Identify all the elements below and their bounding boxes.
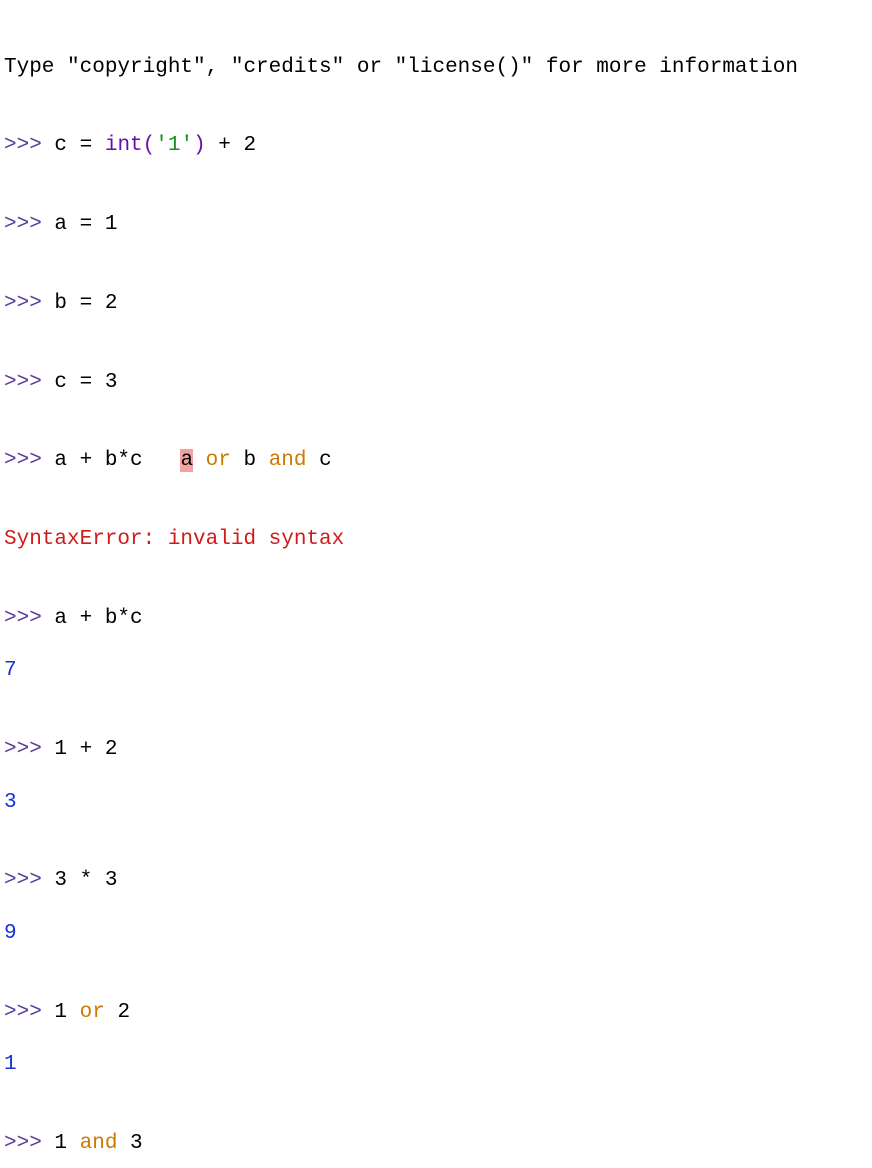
code-text: 1: [54, 1132, 79, 1155]
python-repl[interactable]: Type "copyright", "credits" or "license(…: [0, 0, 872, 1168]
code-text: a = 1: [54, 213, 117, 236]
code-text: 3 * 3: [54, 869, 117, 892]
code-text: b = 2: [54, 292, 117, 315]
paren: ): [193, 134, 206, 157]
code-text: a + b*c: [54, 449, 180, 472]
prompt: >>>: [4, 869, 54, 892]
prompt: >>>: [4, 1001, 54, 1024]
prompt: >>>: [4, 371, 54, 394]
repl-line-5: >>> a + b*c a or b and c: [4, 448, 868, 474]
code-text: c =: [54, 134, 104, 157]
prompt: >>>: [4, 1132, 54, 1155]
repl-line-8: >>> 3 * 3: [4, 868, 868, 894]
keyword-and: and: [80, 1132, 118, 1155]
prompt: >>>: [4, 738, 54, 761]
repl-line-1: >>> c = int('1') + 2: [4, 133, 868, 159]
repl-line-3: >>> b = 2: [4, 291, 868, 317]
keyword-or: or: [80, 1001, 105, 1024]
repl-line-6: >>> a + b*c: [4, 606, 868, 632]
code-text: 1: [54, 1001, 79, 1024]
code-text: 3: [117, 1132, 142, 1155]
prompt: >>>: [4, 449, 54, 472]
repl-output: 7: [4, 658, 868, 684]
banner-line: Type "copyright", "credits" or "license(…: [4, 55, 868, 81]
code-text: 2: [105, 1001, 130, 1024]
prompt: >>>: [4, 292, 54, 315]
repl-line-7: >>> 1 + 2: [4, 737, 868, 763]
code-text: [193, 449, 206, 472]
syntax-error-line: SyntaxError: invalid syntax: [4, 527, 868, 553]
paren: (: [143, 134, 156, 157]
code-text: c = 3: [54, 371, 117, 394]
code-text: + 2: [206, 134, 256, 157]
code-text: c: [307, 449, 332, 472]
prompt: >>>: [4, 607, 54, 630]
repl-line-2: >>> a = 1: [4, 212, 868, 238]
repl-line-4: >>> c = 3: [4, 370, 868, 396]
repl-output: 3: [4, 790, 868, 816]
keyword-or: or: [206, 449, 231, 472]
builtin-func: int: [105, 134, 143, 157]
repl-line-10: >>> 1 and 3: [4, 1131, 868, 1157]
error-highlight: a: [180, 449, 193, 472]
string-literal: '1': [155, 134, 193, 157]
repl-output: 1: [4, 1052, 868, 1078]
prompt: >>>: [4, 134, 54, 157]
repl-output: 9: [4, 921, 868, 947]
prompt: >>>: [4, 213, 54, 236]
code-text: a + b*c: [54, 607, 142, 630]
repl-line-9: >>> 1 or 2: [4, 1000, 868, 1026]
code-text: b: [231, 449, 269, 472]
keyword-and: and: [269, 449, 307, 472]
code-text: 1 + 2: [54, 738, 117, 761]
